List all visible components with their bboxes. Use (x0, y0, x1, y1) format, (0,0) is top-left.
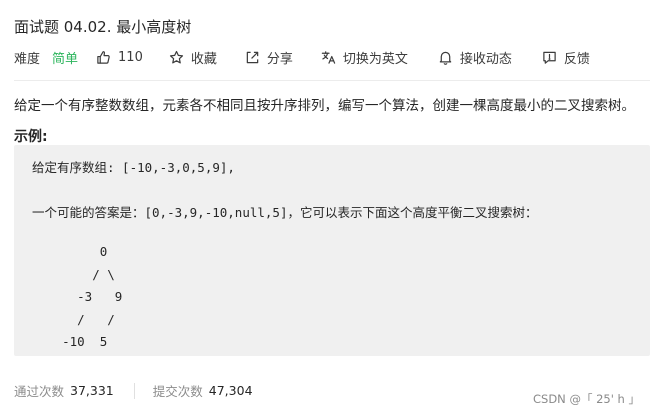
favorite-label: 收藏 (190, 51, 217, 67)
accepted-count: 37,331 (70, 383, 114, 398)
example-answer-line: 一个可能的答案是：[0,-3,9,-10,null,5]，它可以表示下面这个高度… (32, 205, 538, 220)
feedback-button[interactable]: 反馈 (542, 48, 590, 67)
thumbs-up-icon (97, 50, 110, 64)
problem-title: 面试题 04.02. 最小高度树 (14, 18, 192, 36)
stats-divider (133, 382, 135, 399)
share-button[interactable]: 分享 (245, 48, 293, 67)
example-input-line: 给定有序数组: [-10,-3,0,5,9], (32, 160, 235, 175)
switch-language-label: 切换为英文 (342, 51, 408, 67)
share-label: 分享 (266, 51, 293, 67)
submitted-label: 提交次数 (152, 384, 203, 399)
difficulty-badge: 简单 (52, 51, 79, 67)
share-icon (246, 51, 259, 63)
problem-meta-bar: 难度 简单 110 收藏 分享 切换为英文 接收动态 反馈 (14, 48, 590, 67)
bell-icon (439, 51, 452, 65)
problem-description: 给定一个有序整数数组，元素各不相同且按升序排列，编写一个算法，创建一棵高度最小的… (14, 98, 635, 114)
watermark: CSDN @「 25' h 」 (533, 392, 640, 406)
star-icon (169, 50, 183, 63)
submission-stats: 通过次数 37,331 提交次数 47,304 (14, 381, 253, 400)
translate-icon (321, 50, 336, 64)
feedback-icon (543, 51, 556, 64)
like-count: 110 (118, 49, 143, 65)
divider (14, 80, 650, 81)
example-heading: 示例: (14, 129, 48, 145)
accepted-label: 通过次数 (14, 384, 65, 399)
feedback-label: 反馈 (563, 51, 590, 67)
notify-label: 接收动态 (459, 51, 512, 67)
difficulty-label: 难度 (14, 51, 41, 67)
example-tree-diagram: 0 / \ -3 9 / / -10 5 (62, 244, 123, 349)
submitted-count: 47,304 (208, 383, 253, 398)
notify-button[interactable]: 接收动态 (438, 48, 512, 67)
problem-page: 面试题 04.02. 最小高度树 难度 简单 110 收藏 分享 切换为英文 接… (0, 0, 650, 412)
example-code-block: 给定有序数组: [-10,-3,0,5,9], 一个可能的答案是：[0,-3,9… (14, 145, 650, 356)
switch-language-button[interactable]: 切换为英文 (321, 48, 408, 67)
favorite-button[interactable]: 收藏 (169, 48, 217, 67)
like-button[interactable]: 110 (96, 50, 143, 65)
